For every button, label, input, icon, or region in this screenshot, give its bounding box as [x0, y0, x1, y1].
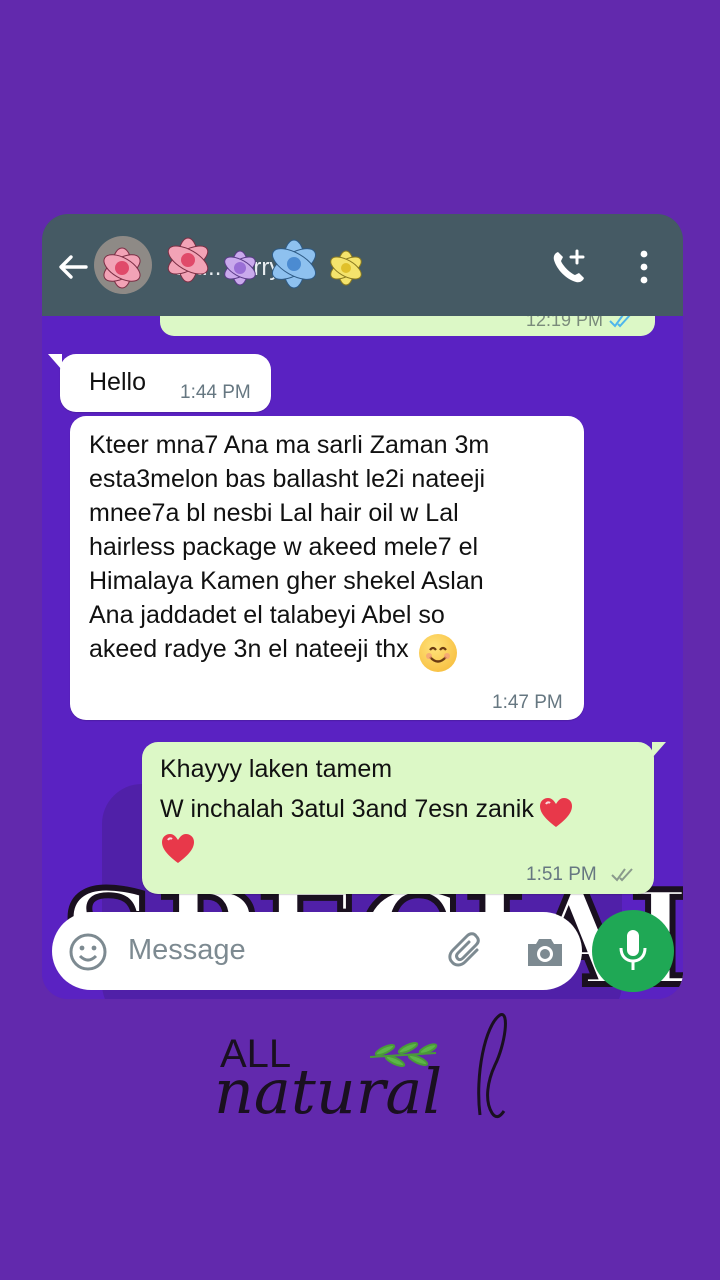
- mic-button[interactable]: [592, 910, 674, 992]
- flower-sticker-icon: [103, 237, 362, 289]
- message-text-line-2: W inchalah 3atul 3and 7esn zanik: [160, 795, 534, 823]
- smiling-face-icon: [418, 633, 457, 672]
- message-time: 1:51 PM: [526, 864, 597, 885]
- more-vertical-icon[interactable]: [634, 248, 654, 286]
- beating-heart-icon: [162, 833, 194, 863]
- beating-heart-icon: [540, 797, 573, 827]
- bubble-tail: [652, 742, 666, 758]
- chat-window: SPECIAL 12:19 PM Sa... Jerry: [42, 214, 683, 999]
- emoji-icon[interactable]: [68, 932, 108, 972]
- arrow-left-icon[interactable]: [56, 250, 90, 284]
- camera-icon[interactable]: [524, 932, 566, 972]
- bubble-tail: [48, 354, 62, 370]
- message-text: Hello: [89, 368, 146, 396]
- message-incoming[interactable]: Hello 1:44 PM: [48, 354, 271, 412]
- phone-plus-icon[interactable]: [550, 248, 588, 286]
- message-text: Kteer mna7 Ana ma sarli Zaman 3m esta3me…: [89, 431, 490, 663]
- delivered-ticks-icon: [611, 868, 633, 882]
- paperclip-icon[interactable]: [447, 932, 487, 972]
- microphone-icon: [619, 930, 647, 970]
- message-input[interactable]: Message: [128, 934, 246, 967]
- message-time: 1:44 PM: [180, 382, 251, 403]
- chat-header: Sa... Jerry: [42, 214, 683, 316]
- all-natural-logo: ALL natural: [214, 1013, 507, 1128]
- message-outgoing[interactable]: Khayyy laken tamem W inchalah 3atul 3and…: [142, 742, 666, 894]
- message-input-bar[interactable]: Message: [52, 912, 582, 990]
- logo-text-natural: natural: [214, 1055, 442, 1128]
- message-incoming[interactable]: Kteer mna7 Ana ma sarli Zaman 3m esta3me…: [70, 416, 584, 720]
- message-time: 1:47 PM: [492, 692, 563, 713]
- message-text-line-1: Khayyy laken tamem: [160, 755, 393, 783]
